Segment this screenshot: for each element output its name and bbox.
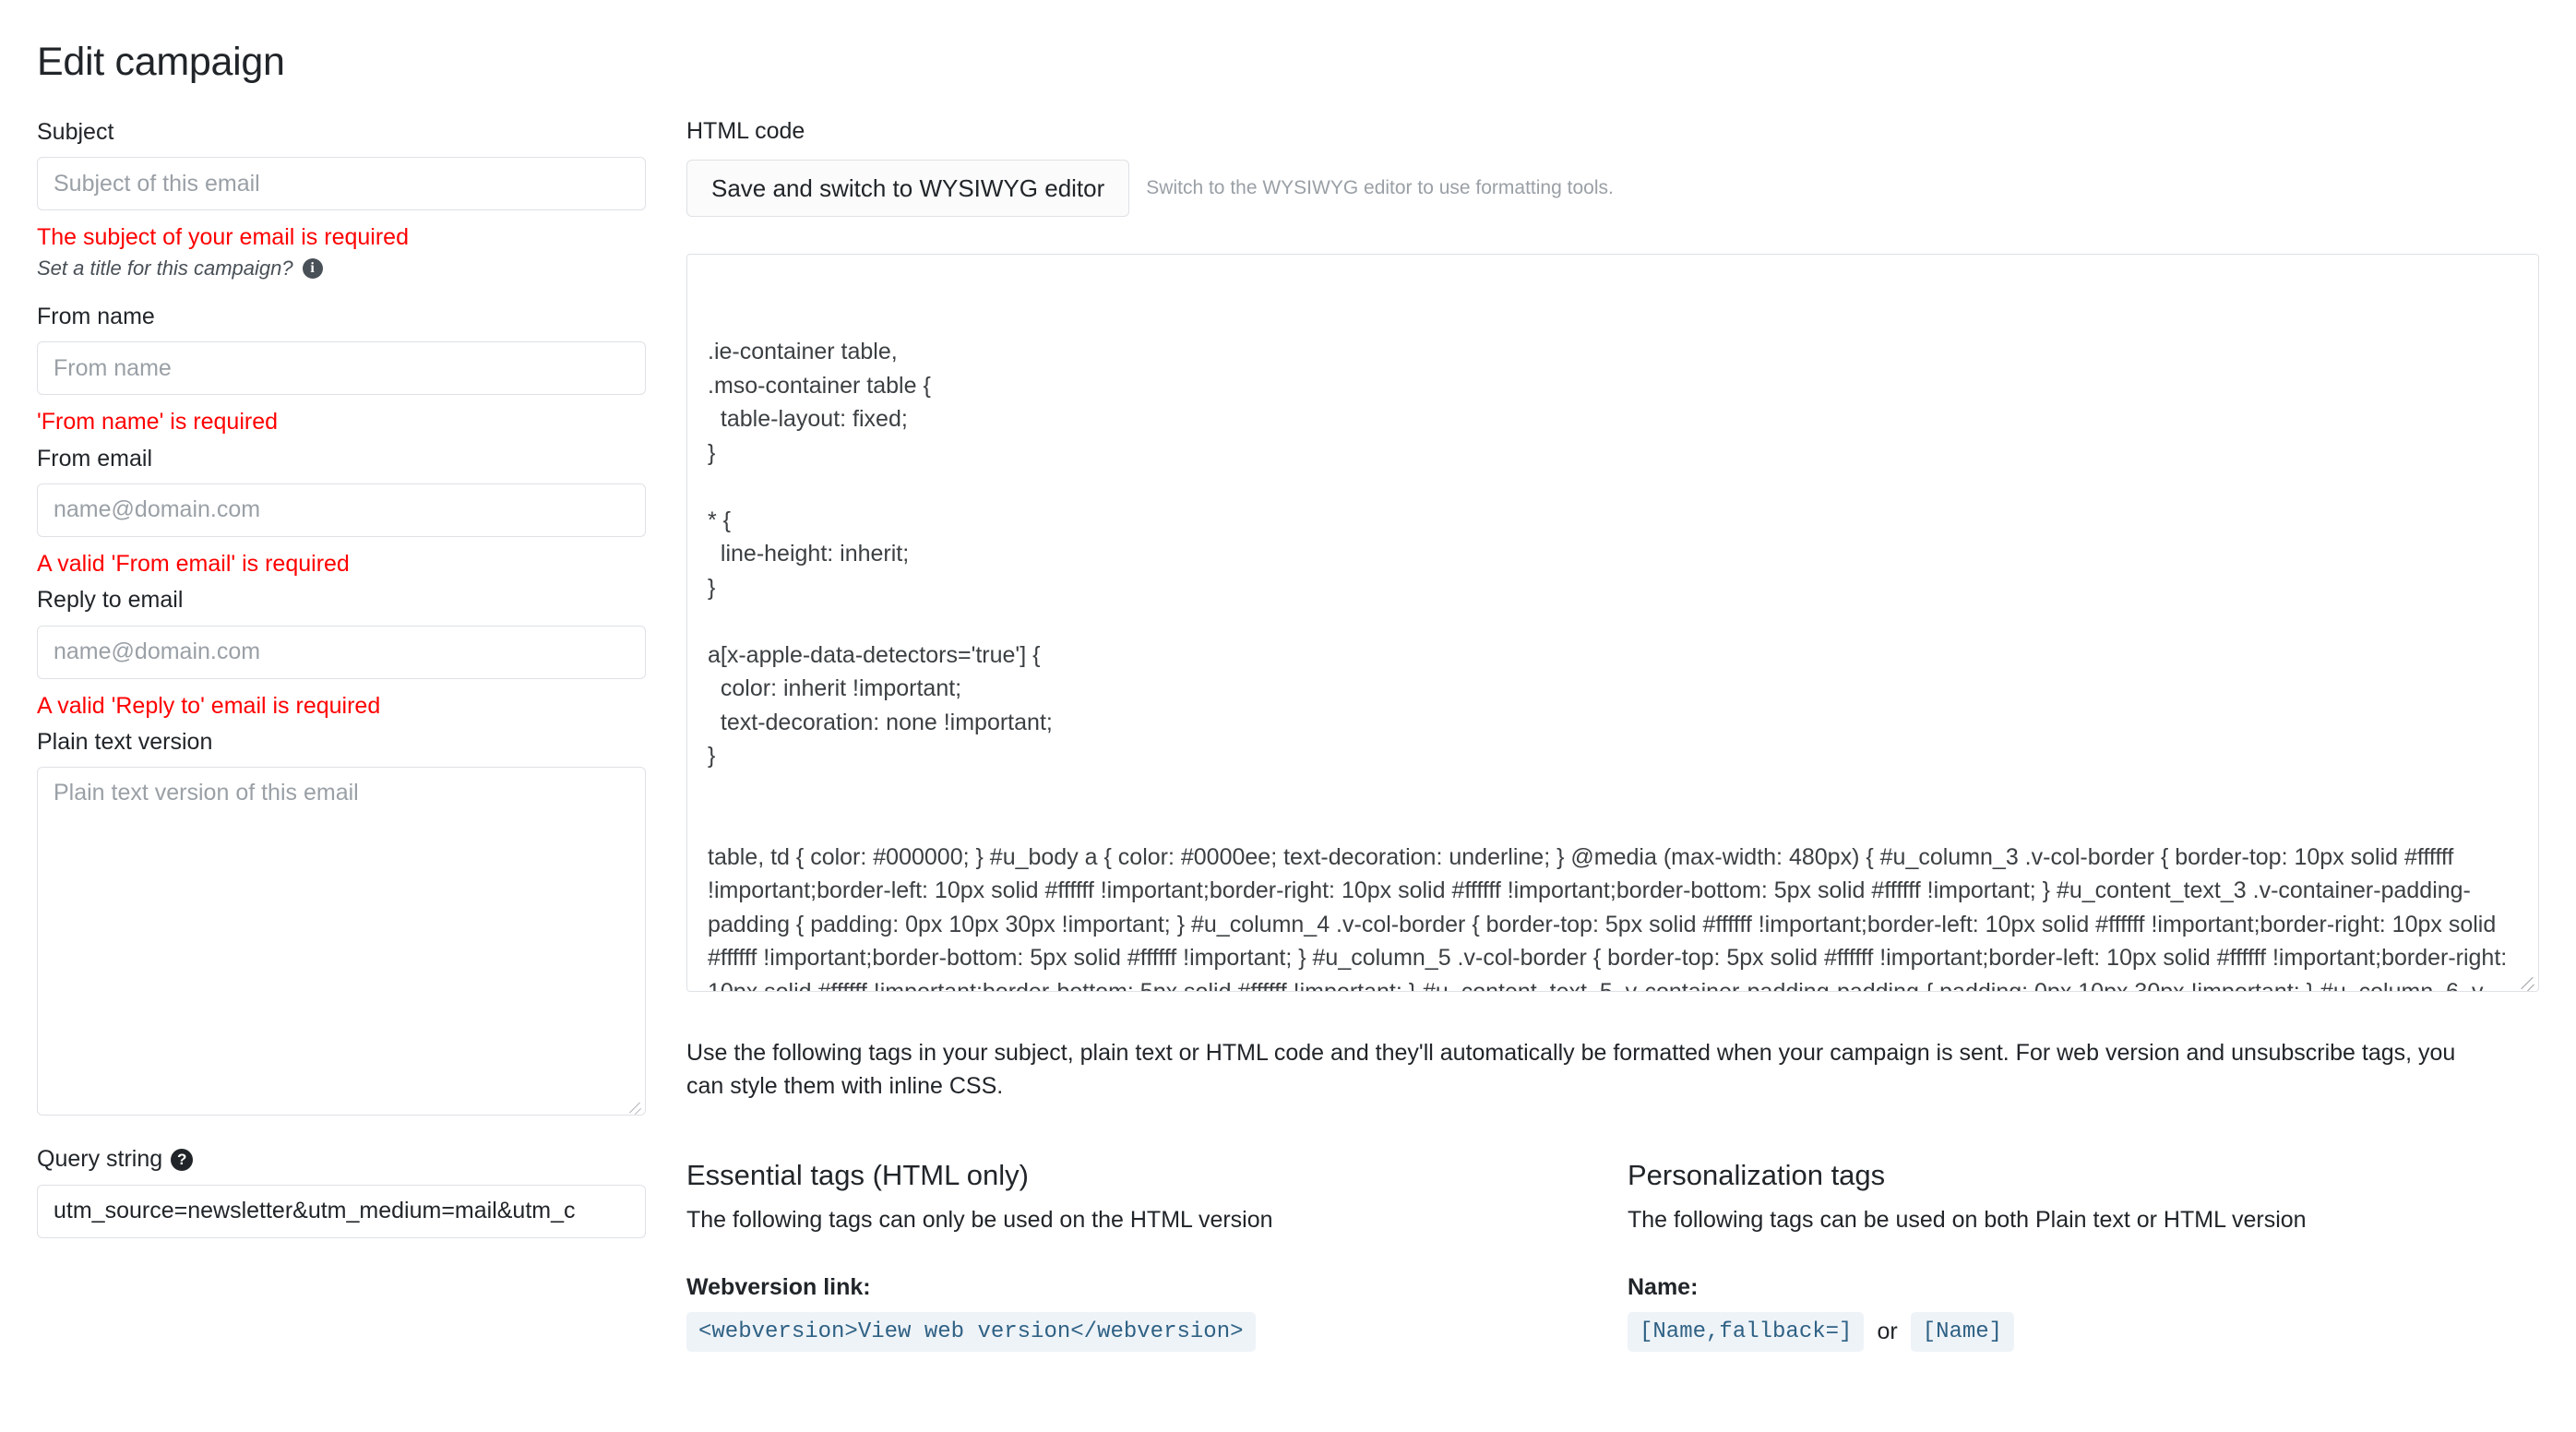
edit-campaign-page: Edit campaign Subject The subject of you…: [0, 0, 2576, 1432]
query-string-label: Query string: [37, 1146, 163, 1173]
plain-text-label: Plain text version: [37, 729, 213, 755]
subject-helper-row: Set a title for this campaign? i: [37, 257, 646, 280]
personalization-tags-subtitle: The following tags can be used on both P…: [1628, 1206, 2307, 1233]
from-name-input[interactable]: [37, 341, 646, 395]
html-code-label: HTML code: [686, 118, 805, 144]
subject-input[interactable]: [37, 157, 646, 211]
from-email-label: From email: [37, 445, 153, 471]
tag-separator-or: or: [1877, 1318, 1898, 1344]
tags-columns: Essential tags (HTML only) The following…: [686, 1159, 2539, 1352]
essential-tags-section: Essential tags (HTML only) The following…: [686, 1159, 1628, 1352]
name-chip-row: [Name,fallback=] or [Name]: [1628, 1311, 2539, 1352]
plain-text-field-group: Plain text version: [37, 728, 646, 1116]
html-code-column: HTML code Save and switch to WYSIWYG edi…: [686, 118, 2539, 1352]
webversion-chip-row: <webversion>View web version</webversion…: [686, 1311, 1628, 1352]
from-email-error: A valid 'From email' is required: [37, 550, 350, 577]
personalization-tags-heading: Personalization tags: [1628, 1158, 1886, 1191]
info-icon[interactable]: i: [302, 257, 323, 279]
editor-switch-hint: Switch to the WYSIWYG editor to use form…: [1146, 177, 1614, 198]
webversion-tag-chip[interactable]: <webversion>View web version</webversion…: [686, 1311, 1256, 1352]
essential-tag-entry: Webversion link: <webversion>View web ve…: [686, 1274, 1628, 1352]
code-resize-grip-icon[interactable]: [2517, 970, 2535, 988]
name-fallback-tag-chip[interactable]: [Name,fallback=]: [1628, 1311, 1865, 1352]
from-name-error: 'From name' is required: [37, 409, 279, 435]
personalization-tag-entry: Name: [Name,fallback=] or [Name]: [1628, 1274, 2539, 1352]
save-and-switch-to-wysiwyg-button[interactable]: Save and switch to WYSIWYG editor: [686, 160, 1130, 217]
query-string-field-group: Query string ?: [37, 1145, 646, 1238]
html-code-top-lines: .ie-container table, .mso-container tabl…: [708, 339, 1053, 769]
essential-tags-heading: Essential tags (HTML only): [686, 1158, 1029, 1191]
editor-switch-row: Save and switch to WYSIWYG editor Switch…: [686, 160, 2539, 217]
tags-instructions-paragraph: Use the following tags in your subject, …: [686, 1040, 2456, 1100]
reply-to-email-label: Reply to email: [37, 587, 184, 614]
from-email-input[interactable]: [37, 483, 646, 537]
name-tag-chip[interactable]: [Name]: [1910, 1311, 2015, 1352]
name-tag-label: Name:: [1628, 1273, 1699, 1300]
question-mark-icon[interactable]: ?: [171, 1148, 194, 1171]
from-email-field-group: From email A valid 'From email' is requi…: [37, 445, 646, 579]
subject-error: The subject of your email is required: [37, 224, 409, 251]
reply-to-email-input[interactable]: [37, 625, 646, 679]
html-code-wrapped-block: table, td { color: #000000; } #u_body a …: [708, 843, 2508, 992]
html-code-content[interactable]: .ie-container table, .mso-container tabl…: [687, 255, 2538, 992]
query-string-label-row: Query string ?: [37, 1145, 646, 1174]
subject-field-group: Subject The subject of your email is req…: [37, 118, 646, 280]
page-title: Edit campaign: [37, 39, 285, 84]
reply-to-email-field-group: Reply to email A valid 'Reply to' email …: [37, 586, 646, 721]
plain-text-textarea[interactable]: [37, 767, 646, 1116]
query-string-input[interactable]: [37, 1184, 646, 1238]
campaign-settings-column: Subject The subject of your email is req…: [37, 118, 646, 1238]
subject-helper-text: Set a title for this campaign?: [37, 256, 293, 280]
personalization-tags-section: Personalization tags The following tags …: [1628, 1159, 2539, 1352]
subject-label: Subject: [37, 119, 114, 145]
webversion-link-label: Webversion link:: [686, 1273, 871, 1300]
reply-to-email-error: A valid 'Reply to' email is required: [37, 692, 381, 719]
from-name-label: From name: [37, 303, 155, 329]
html-code-editor[interactable]: .ie-container table, .mso-container tabl…: [686, 254, 2539, 992]
from-name-field-group: From name 'From name' is required: [37, 303, 646, 437]
essential-tags-subtitle: The following tags can only be used on t…: [686, 1206, 1273, 1233]
